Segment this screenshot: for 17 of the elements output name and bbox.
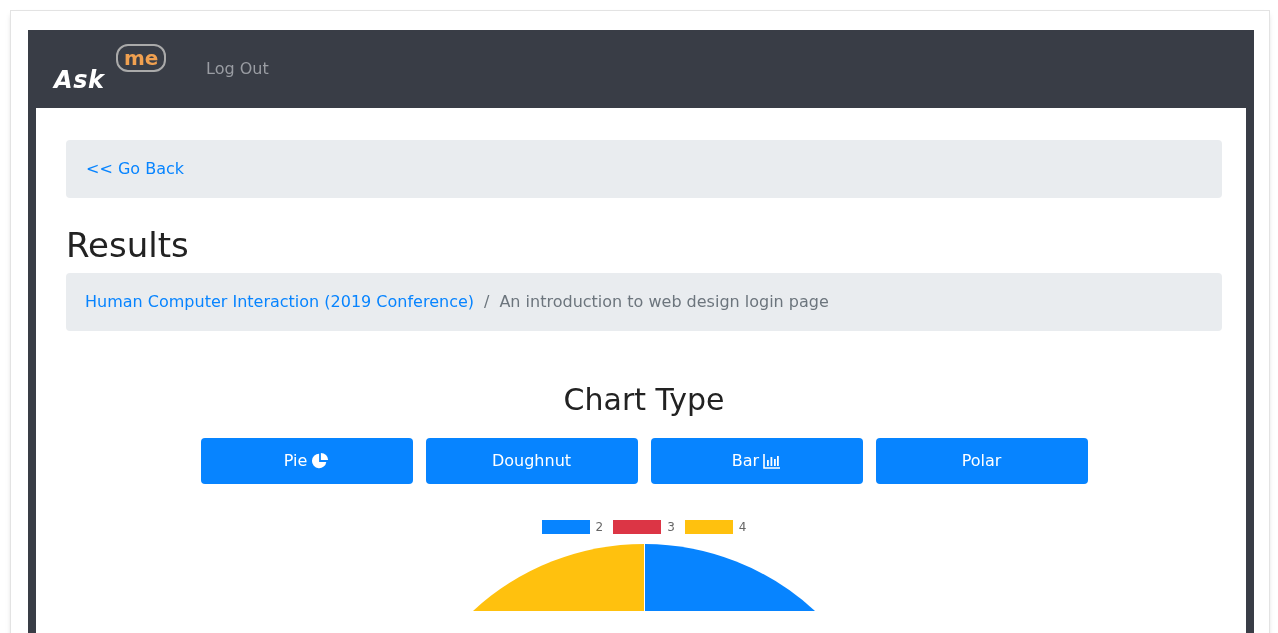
go-back-link[interactable]: << Go Back — [86, 157, 184, 181]
chart-type-button[interactable]: Pie — [200, 437, 413, 484]
logo: Ask me — [54, 44, 178, 94]
legend-label: 4 — [738, 518, 747, 536]
breadcrumb-link[interactable]: Human Computer Interaction (2019 Conference) — [85, 289, 475, 314]
legend-label: 2 — [595, 518, 604, 536]
chart-type-button[interactable]: Doughnut — [425, 437, 638, 484]
chart-type-button[interactable]: Bar — [650, 437, 863, 484]
bar-chart-icon — [763, 452, 782, 469]
breadcrumb-separator: / — [484, 290, 490, 313]
breadcrumb-current: An introduction to web design login page — [499, 290, 829, 313]
chart-type-heading: Chart Type — [562, 380, 726, 419]
legend-label: 3 — [667, 518, 675, 536]
log-out-link[interactable]: Log Out — [206, 57, 269, 81]
page-title: Results — [66, 224, 190, 267]
chart-type-button[interactable]: Polar — [875, 437, 1088, 484]
pie-chart-icon — [311, 451, 330, 470]
